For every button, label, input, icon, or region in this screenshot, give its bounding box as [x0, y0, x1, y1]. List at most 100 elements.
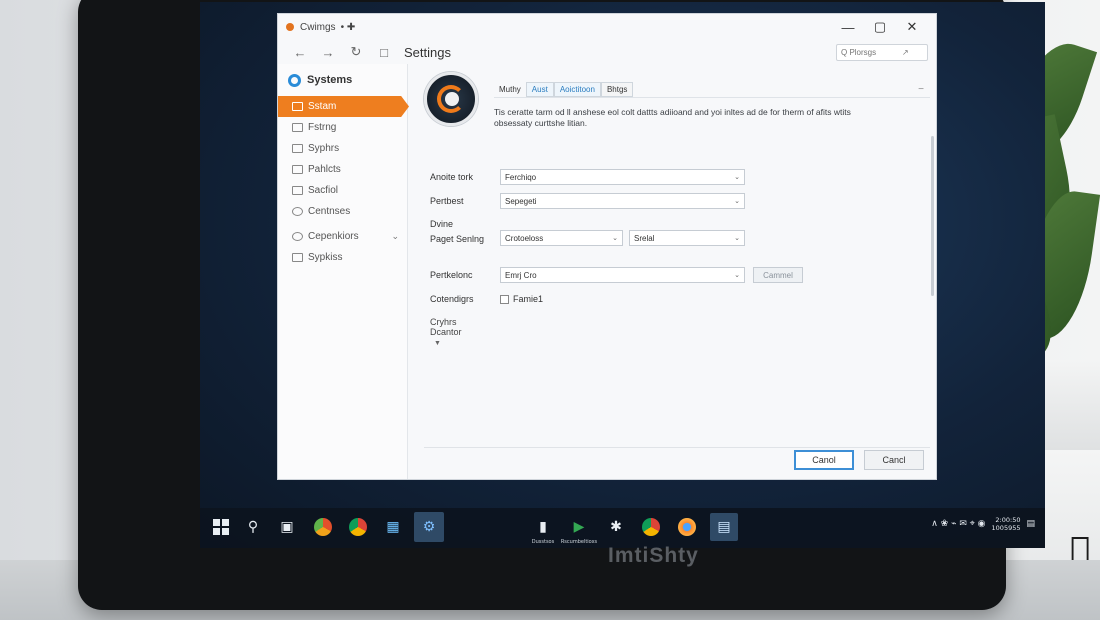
globe-icon: [292, 207, 303, 216]
field-label: Dvine Paget Senlng: [430, 217, 500, 247]
sidebar-brand-label: Systems: [307, 74, 353, 86]
start-button[interactable]: [210, 516, 232, 538]
close-button[interactable]: ✕: [896, 19, 928, 35]
chevron-down-icon[interactable]: ⌄: [391, 231, 399, 242]
chevron-down-icon: ⌄: [734, 272, 740, 279]
search-icon[interactable]: ⚲: [242, 516, 264, 538]
system-tray: ∧ ❀ ⌁ ✉ ⌖ ◉ 2:00:50 1005955 ▤: [931, 516, 1035, 532]
back-arrow-icon[interactable]: ←: [286, 45, 314, 60]
screen: Cwimgs • ✚ — ▢ ✕ ← → ↻ □ Settings ↗: [200, 2, 1045, 548]
field-label-line2: Paget Senlng: [430, 234, 485, 244]
tab-4[interactable]: Bhtgs: [600, 81, 634, 97]
display-icon: [292, 102, 303, 111]
sidebar-item-label: Sstam: [308, 101, 337, 112]
checkbox[interactable]: [500, 294, 509, 304]
tab-3[interactable]: Aoictitoon: [553, 81, 601, 97]
dialog-footer: Canol Cancl: [794, 450, 924, 470]
sidebar-item-6[interactable]: Centnses: [278, 201, 407, 222]
form-row-1: Anoite tork Ferchiqo ⌄: [430, 169, 745, 185]
sidebar-item-8[interactable]: Sypkiss: [278, 247, 407, 268]
window-titlebar[interactable]: Cwimgs • ✚ — ▢ ✕: [278, 14, 936, 40]
gear-app-icon[interactable]: ✱: [605, 516, 627, 538]
refresh-icon[interactable]: ↻: [342, 44, 370, 60]
gear-icon: [292, 232, 303, 241]
camera-icon[interactable]: ▣: [276, 516, 298, 538]
form-row-2: Pertbest Sepegeti ⌄: [430, 193, 745, 209]
advanced-toggle[interactable]: Cryhrs Dcantor ▼: [430, 317, 462, 347]
expand-icon[interactable]: ↗: [902, 48, 909, 57]
dropdown-2[interactable]: Sepegeti ⌄: [500, 193, 745, 209]
checkbox-label: Famie1: [513, 294, 544, 304]
tab-1[interactable]: Muthy: [494, 82, 526, 97]
chrome-icon[interactable]: [640, 516, 662, 538]
form-row-4: Pertkelonc Emrj Cro ⌄ Cammel: [430, 267, 803, 283]
sidebar-item-label: Pahlcts: [308, 164, 341, 175]
windows-logo-icon: [213, 519, 229, 535]
store-icon[interactable]: ▦: [382, 516, 404, 538]
chevron-down-icon: ⌄: [734, 174, 740, 181]
maximize-button[interactable]: ▢: [864, 19, 896, 35]
navigation-bar: ← → ↻ □ Settings ↗: [278, 40, 936, 64]
dropdown-value: Ferchiqo: [505, 172, 537, 182]
page-icon[interactable]: □: [370, 45, 398, 60]
notification-icon[interactable]: ▤: [1026, 519, 1035, 529]
sidebar-item-3[interactable]: Syphrs: [278, 138, 407, 159]
monitor-icon: [292, 186, 303, 195]
dropdown-value: Emrj Cro: [505, 270, 537, 280]
tab-2[interactable]: Aust: [525, 81, 554, 97]
notes-icon[interactable]: ▮: [532, 516, 554, 538]
secondary-button[interactable]: Cancl: [864, 450, 924, 470]
sidebar-item-5[interactable]: Sacfiol: [278, 180, 407, 201]
collapse-icon[interactable]: −: [918, 84, 930, 95]
caret-down-icon: ▼: [434, 340, 441, 347]
settings-window: Cwimgs • ✚ — ▢ ✕ ← → ↻ □ Settings ↗: [277, 13, 937, 480]
dropdown-1[interactable]: Ferchiqo ⌄: [500, 169, 745, 185]
tray-icons[interactable]: ∧ ❀ ⌁ ✉ ⌖ ◉: [931, 519, 985, 529]
sidebar-item-2[interactable]: Fstrng: [278, 117, 407, 138]
scrollbar[interactable]: [931, 136, 934, 296]
monitor-brand-logo: ImtiShty: [608, 544, 699, 567]
sidebar-item-system[interactable]: Sstam: [278, 96, 409, 117]
sidebar-item-label: Fstrng: [308, 122, 337, 133]
sidebar-item-label: Syphrs: [308, 143, 340, 154]
sidebar-item-label: Sypkiss: [308, 252, 343, 263]
primary-button[interactable]: Canol: [794, 450, 854, 470]
advanced-label: Cryhrs Dcantor: [430, 317, 462, 337]
pin-icon[interactable]: • ✚: [341, 22, 356, 33]
dropdown-3a[interactable]: Crotoeloss ⌄: [500, 230, 623, 246]
search-box[interactable]: ↗: [836, 43, 928, 61]
box-icon: [292, 253, 303, 262]
sidebar: Systems Sstam Fstrng Syphrs Pahlcts Sacf…: [278, 64, 409, 479]
play-store-icon[interactable]: ▶: [568, 516, 590, 538]
form-row-3: Dvine Paget Senlng Crotoeloss ⌄ Srelal ⌄: [430, 217, 745, 247]
search-input[interactable]: [841, 47, 899, 57]
avatar-center: [445, 92, 459, 106]
files-icon[interactable]: ▤: [710, 513, 738, 541]
taskbar: ⚲ ▣ ▦ ⚙ ▮ Dusstsos ▶ Rscumbeltioxs ✱ ▤ ∧…: [200, 508, 1045, 548]
profile-avatar[interactable]: [424, 72, 478, 126]
dropdown-3b[interactable]: Srelal ⌄: [629, 230, 745, 246]
clock-date: 1005955: [991, 524, 1021, 532]
settings-app-icon[interactable]: ⚙: [414, 512, 444, 542]
chrome-icon[interactable]: [347, 516, 369, 538]
clock[interactable]: 2:00:50 1005955: [992, 516, 1021, 532]
browser-icon[interactable]: [676, 516, 698, 538]
sidebar-item-label: Cepenkiors: [308, 231, 359, 242]
app-orange-icon[interactable]: [312, 516, 334, 538]
row-action-button[interactable]: Cammel: [753, 267, 803, 283]
content-pane: Muthy Aust Aoictitoon Bhtgs − Tis ceratt…: [408, 64, 936, 479]
sidebar-item-4[interactable]: Pahlcts: [278, 159, 407, 180]
sidebar-item-7[interactable]: Cepenkiors ⌄: [278, 226, 407, 247]
field-label-line1: Dvine: [430, 219, 454, 229]
folder-icon: [292, 123, 303, 132]
minimize-button[interactable]: —: [832, 20, 864, 35]
clock-time: 2:00:50: [995, 516, 1021, 524]
sidebar-item-label: Centnses: [308, 206, 351, 217]
taskbar-label: Rscumbeltioxs: [560, 539, 598, 545]
chevron-down-icon: ⌄: [734, 198, 740, 205]
dropdown-value: Crotoeloss: [505, 233, 544, 243]
field-label: Anoite tork: [430, 172, 474, 182]
forward-arrow-icon[interactable]: →: [314, 45, 342, 60]
dropdown-4[interactable]: Emrj Cro ⌄: [500, 267, 745, 283]
app-icon: [286, 23, 294, 31]
